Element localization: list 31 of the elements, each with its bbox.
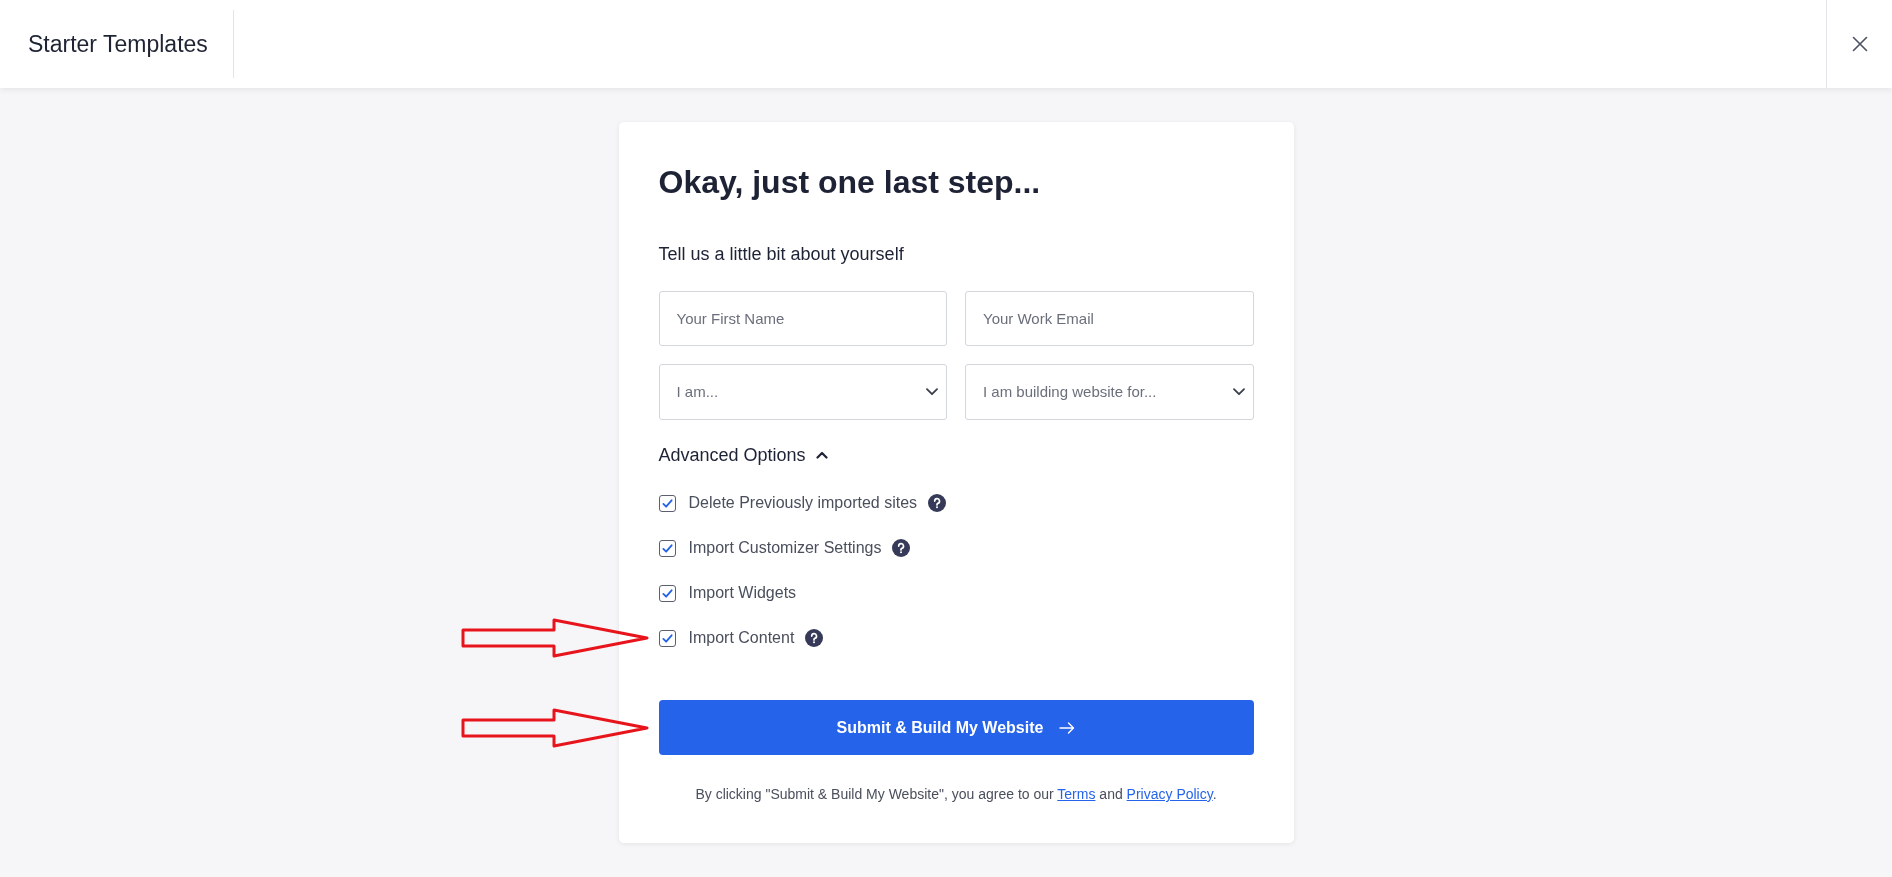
text-input[interactable]: Your Work Email xyxy=(965,291,1254,346)
checkbox[interactable] xyxy=(658,494,676,512)
help-icon[interactable] xyxy=(805,629,824,647)
form-title: Okay, just one last step... xyxy=(658,163,1042,202)
agreement-text: By clicking "Submit & Build My Website", you agree to our Terms and Privacy Policy. xyxy=(694,785,1218,804)
option-label: Import Widgets xyxy=(688,583,797,603)
option-label: Delete Previously imported sites xyxy=(688,493,918,513)
checkmark-icon xyxy=(661,632,673,644)
option-label: Import Customizer Settings xyxy=(688,538,882,558)
checkmark-icon xyxy=(661,497,673,509)
submit-button[interactable]: Submit & Build My Website xyxy=(658,700,1254,755)
close-icon xyxy=(1851,36,1868,52)
chevron-down-icon xyxy=(1232,388,1245,396)
chevron-down-icon xyxy=(926,388,938,396)
text-input[interactable]: Your First Name xyxy=(658,291,947,346)
checkmark-icon xyxy=(661,542,673,554)
help-icon[interactable] xyxy=(928,494,947,512)
checkmark-icon xyxy=(661,587,673,599)
arrow-right-icon xyxy=(1059,721,1076,734)
form-subtitle: Tell us a little bit about yourself xyxy=(658,243,905,266)
advanced-options-toggle[interactable]: Advanced Options xyxy=(658,443,828,467)
privacy-policy-link[interactable]: Privacy Policy xyxy=(1126,786,1213,802)
help-icon[interactable] xyxy=(892,539,911,557)
checkbox[interactable] xyxy=(658,584,676,602)
option-label: Import Content xyxy=(688,628,795,648)
checkbox[interactable] xyxy=(658,629,676,647)
select-field[interactable]: I am... xyxy=(658,364,947,420)
select-field[interactable]: I am building website for... xyxy=(965,364,1254,420)
app-title: Starter Templates xyxy=(28,29,208,59)
checkbox[interactable] xyxy=(658,539,676,557)
terms-link[interactable]: Terms xyxy=(1057,786,1096,802)
